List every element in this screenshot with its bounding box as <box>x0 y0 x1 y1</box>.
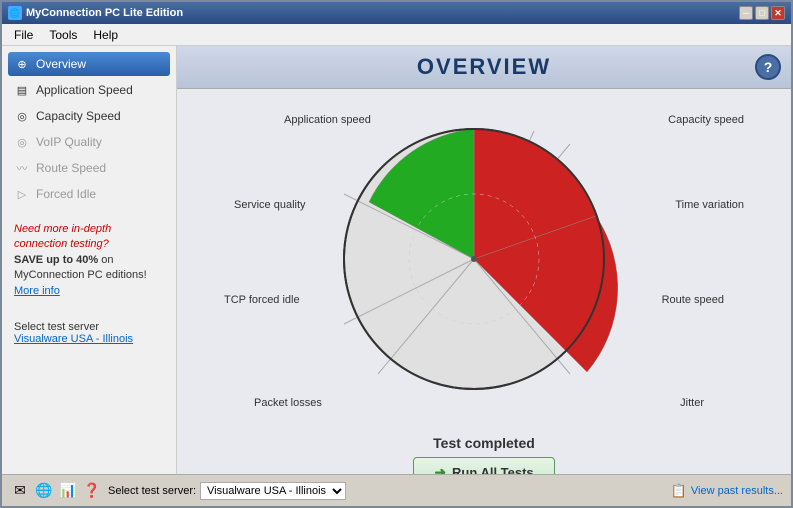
sidebar-item-capacity-speed[interactable]: ◎ Capacity Speed <box>8 104 170 128</box>
menubar: File Tools Help <box>2 24 791 46</box>
overview-icon: ⊕ <box>14 56 30 72</box>
voip-quality-icon: ◎ <box>14 134 30 150</box>
sidebar-label-overview: Overview <box>36 57 86 71</box>
web-icon[interactable]: 🌐 <box>34 481 54 501</box>
sidebar-label-forced-idle: Forced Idle <box>36 187 96 201</box>
label-capacity-speed: Capacity speed <box>668 114 744 126</box>
help-bottom-icon[interactable]: ❓ <box>82 481 102 501</box>
label-application-speed: Application speed <box>284 114 371 126</box>
view-past-results-button[interactable]: 📋 View past results... <box>671 483 783 499</box>
bottombar: ✉ 🌐 📊 ❓ Select test server: Visualware U… <box>2 474 791 506</box>
email-icon[interactable]: ✉ <box>10 481 30 501</box>
label-jitter: Jitter <box>680 397 704 409</box>
label-route-speed: Route speed <box>662 294 724 306</box>
sidebar-item-voip-quality[interactable]: ◎ VoIP Quality <box>8 130 170 154</box>
test-completed-label: Test completed <box>413 435 554 451</box>
window-title: MyConnection PC Lite Edition <box>26 7 183 19</box>
close-button[interactable]: ✕ <box>771 6 785 20</box>
sidebar-item-forced-idle[interactable]: ▷ Forced Idle <box>8 182 170 206</box>
promo-line1: Need more in-depth connection testing? <box>14 223 111 250</box>
chart-area: Application speed Capacity speed Service… <box>177 89 791 474</box>
main-window: 🌐 MyConnection PC Lite Edition ─ □ ✕ Fil… <box>0 0 793 508</box>
bottombar-left: ✉ 🌐 📊 ❓ Select test server: Visualware U… <box>10 481 346 501</box>
titlebar-left: 🌐 MyConnection PC Lite Edition <box>8 6 183 20</box>
chart-container: Application speed Capacity speed Service… <box>204 99 764 429</box>
sidebar-item-application-speed[interactable]: ▤ Application Speed <box>8 78 170 102</box>
label-service-quality: Service quality <box>234 199 306 211</box>
server-label: Select test server <box>14 321 164 333</box>
sidebar-label-capacity-speed: Capacity Speed <box>36 109 121 123</box>
server-select-label: Select test server: <box>108 485 196 497</box>
label-packet-losses: Packet losses <box>254 397 322 409</box>
content-header: OVERVIEW ? <box>177 46 791 89</box>
promo-more-info-link[interactable]: More info <box>14 285 60 297</box>
server-link[interactable]: Visualware USA - Illinois <box>14 333 133 345</box>
run-all-tests-button[interactable]: ➜ Run All Tests <box>413 457 554 474</box>
pie-chart <box>314 109 634 409</box>
promo-save: SAVE up to 40% <box>14 254 98 266</box>
label-time-variation: Time variation <box>675 199 744 211</box>
menu-help[interactable]: Help <box>85 26 126 44</box>
maximize-button[interactable]: □ <box>755 6 769 20</box>
sidebar-label-application-speed: Application Speed <box>36 83 133 97</box>
capacity-speed-icon: ◎ <box>14 108 30 124</box>
help-button[interactable]: ? <box>755 54 781 80</box>
sidebar-item-overview[interactable]: ⊕ Overview <box>8 52 170 76</box>
sidebar: ⊕ Overview ▤ Application Speed ◎ Capacit… <box>2 46 177 474</box>
page-title: OVERVIEW <box>417 54 551 79</box>
run-icon: ➜ <box>434 464 446 474</box>
sidebar-label-route-speed: Route Speed <box>36 161 106 175</box>
bottombar-icons: ✉ 🌐 📊 ❓ <box>10 481 102 501</box>
view-results-label: View past results... <box>691 485 783 497</box>
content-area: OVERVIEW ? <box>177 46 791 474</box>
server-select-dropdown[interactable]: Visualware USA - Illinois <box>200 482 346 500</box>
titlebar: 🌐 MyConnection PC Lite Edition ─ □ ✕ <box>2 2 791 24</box>
run-all-tests-label: Run All Tests <box>452 465 534 474</box>
application-speed-icon: ▤ <box>14 82 30 98</box>
chart-icon[interactable]: 📊 <box>58 481 78 501</box>
menu-tools[interactable]: Tools <box>41 26 85 44</box>
main-content: ⊕ Overview ▤ Application Speed ◎ Capacit… <box>2 46 791 474</box>
sidebar-server: Select test server Visualware USA - Illi… <box>8 315 170 351</box>
label-tcp-forced-idle: TCP forced idle <box>224 294 300 306</box>
sidebar-promo: Need more in-depth connection testing? S… <box>8 216 170 305</box>
test-completed: Test completed ➜ Run All Tests <box>413 435 554 474</box>
titlebar-buttons: ─ □ ✕ <box>739 6 785 20</box>
sidebar-label-voip-quality: VoIP Quality <box>36 135 102 149</box>
forced-idle-icon: ▷ <box>14 186 30 202</box>
results-icon: 📋 <box>671 483 687 499</box>
route-speed-icon: 〰 <box>14 160 30 176</box>
server-select-area: Select test server: Visualware USA - Ill… <box>108 482 346 500</box>
menu-file[interactable]: File <box>6 26 41 44</box>
minimize-button[interactable]: ─ <box>739 6 753 20</box>
app-icon: 🌐 <box>8 6 22 20</box>
sidebar-item-route-speed[interactable]: 〰 Route Speed <box>8 156 170 180</box>
